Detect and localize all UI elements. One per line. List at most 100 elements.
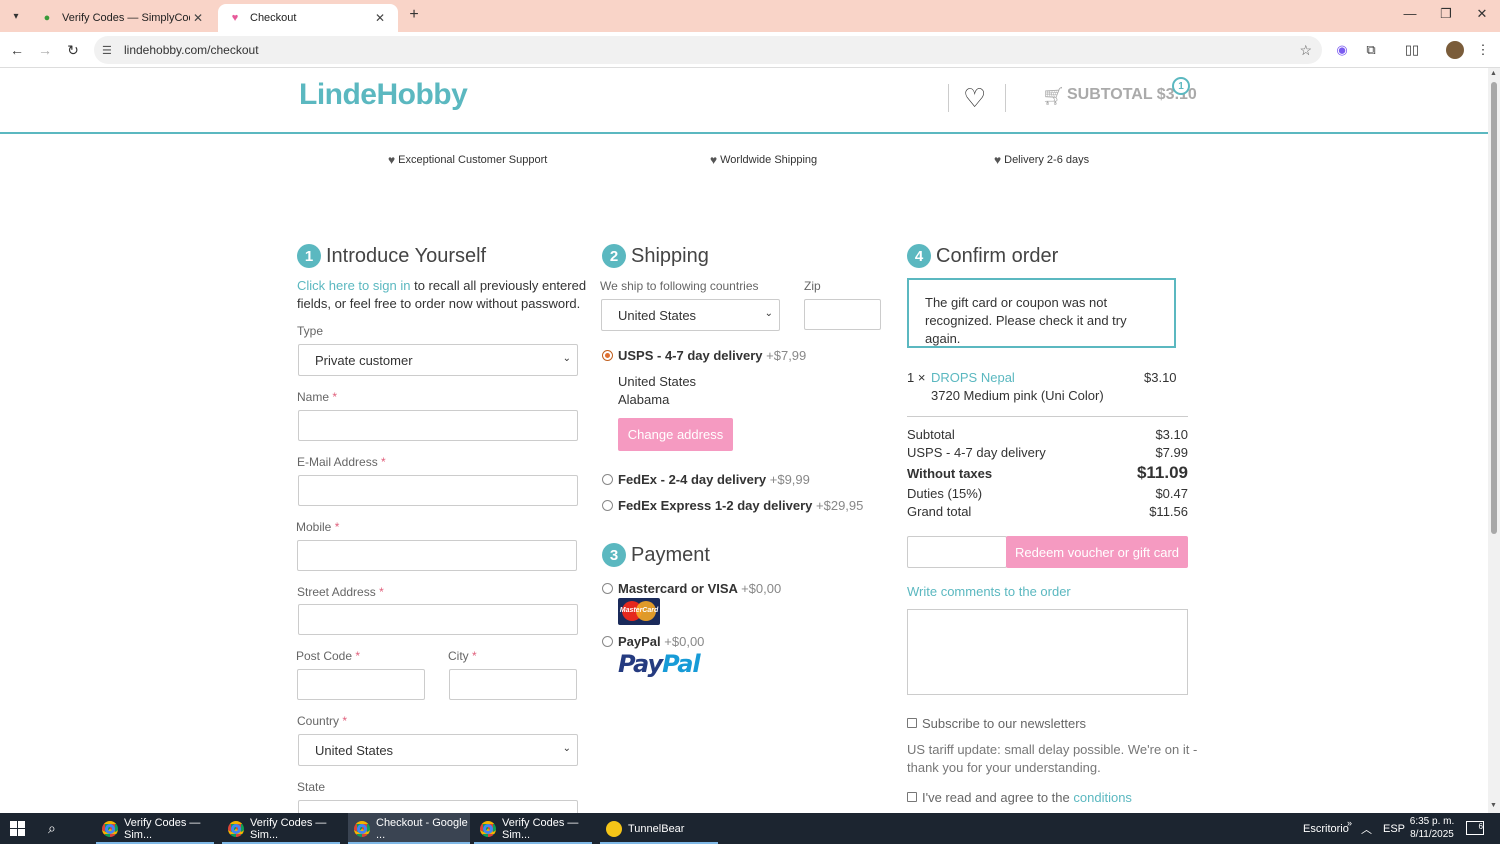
address-state: Alabama (618, 392, 670, 407)
usp-label: Worldwide Shipping (720, 154, 818, 166)
option-name: Mastercard or VISA (618, 581, 738, 596)
option-price: +$0,00 (664, 634, 705, 649)
newsletter-label[interactable]: Subscribe to our newsletters (922, 716, 1086, 731)
bookmark-star-icon[interactable]: ☆ (1299, 42, 1312, 59)
heart-icon: ♥ (388, 153, 396, 167)
notification-count: 6 (1478, 822, 1483, 831)
taskbar-item-chrome-2[interactable]: Verify Codes — Sim... (222, 813, 342, 844)
scroll-down-icon[interactable]: ▼ (1490, 802, 1497, 809)
mobile-field[interactable] (297, 540, 577, 571)
shipping-country-select[interactable]: United States ⌄ (601, 299, 780, 331)
comments-textarea[interactable] (907, 609, 1188, 695)
email-field[interactable] (298, 475, 578, 506)
chrome-icon (480, 820, 496, 837)
shipping-usps-option[interactable]: USPS - 4-7 day delivery +$7,99 (618, 348, 806, 363)
restore-icon[interactable]: ❐ (1434, 6, 1458, 22)
taskbar-search-icon[interactable]: ⌕ (48, 820, 56, 837)
shipping-fedex-radio[interactable] (602, 474, 613, 485)
taskbar-item-label: Verify Codes — Sim... (124, 816, 201, 841)
state-label: State (297, 780, 326, 794)
postcode-field[interactable] (297, 669, 425, 700)
summary-label: Grand total (907, 504, 972, 519)
cart-icon[interactable]: 🛒︎ (1042, 86, 1065, 107)
street-field[interactable] (298, 604, 578, 635)
signin-line: Click here to sign in to recall all prev… (297, 278, 586, 293)
shipping-usps-radio[interactable] (602, 350, 613, 361)
payment-card-option[interactable]: Mastercard or VISA +$0,00 (618, 581, 781, 596)
taskbar-item-chrome-4[interactable]: Verify Codes — Sim... (474, 813, 594, 844)
summary-label: Subtotal (907, 427, 955, 442)
tab-verify-codes[interactable]: ● Verify Codes — SimplyCodes ✕ (30, 4, 216, 32)
label-text: Post Code (296, 649, 353, 663)
heart-favicon-icon: ♥ (231, 12, 239, 24)
item-price: $3.10 (1144, 370, 1177, 385)
payment-paypal-option[interactable]: PayPal +$0,00 (618, 634, 704, 649)
tray-overflow-icon[interactable]: ︿ (1361, 813, 1372, 844)
page-scrollbar[interactable]: ▲ ▼ (1488, 68, 1500, 813)
forward-icon[interactable]: → (35, 40, 55, 60)
wishlist-heart-icon[interactable]: ♡ (963, 84, 986, 112)
reload-icon[interactable]: ↻ (63, 40, 83, 60)
profile-avatar[interactable] (1446, 41, 1464, 59)
extension-icon[interactable]: ◉ (1331, 40, 1353, 60)
taskbar-item-chrome-1[interactable]: Verify Codes — Sim... (96, 813, 216, 844)
language-indicator[interactable]: ESP (1383, 813, 1405, 844)
notification-center-icon[interactable]: 6 (1466, 821, 1484, 835)
reading-list-icon[interactable]: ▯▯ (1401, 40, 1423, 60)
country-select[interactable]: United States ⌄ (298, 734, 578, 766)
tab-close-icon[interactable]: ✕ (190, 11, 206, 25)
usp-shipping: ♥ Worldwide Shipping (710, 153, 817, 167)
back-icon[interactable]: ← (7, 40, 27, 60)
name-label: Name * (297, 390, 337, 404)
write-comments-link[interactable]: Write comments to the order (907, 584, 1071, 599)
shipping-fedex-express-radio[interactable] (602, 500, 613, 511)
toolbar-chevron-icon[interactable]: » (1347, 807, 1352, 838)
redeem-voucher-button[interactable]: Redeem voucher or gift card (1006, 536, 1188, 568)
payment-paypal-radio[interactable] (602, 636, 613, 647)
zip-field[interactable] (804, 299, 881, 330)
customer-type-select[interactable]: Private customer ⌄ (298, 344, 578, 376)
new-tab-icon[interactable]: + (404, 6, 424, 24)
taskbar-clock[interactable]: 6:35 p. m. 8/11/2025 (1404, 815, 1460, 841)
required-mark: * (332, 390, 338, 404)
menu-dots-icon[interactable]: ⋮ (1472, 40, 1494, 60)
required-mark: * (381, 455, 386, 469)
puzzle-extensions-icon[interactable]: ⧉ (1360, 40, 1382, 60)
voucher-input[interactable] (907, 536, 1007, 568)
taskbar-item-checkout[interactable]: Checkout - Google ... (348, 813, 470, 844)
desktop-toolbar[interactable]: Escritorio (1303, 813, 1349, 844)
option-price: +$29,95 (816, 498, 864, 513)
shipping-fedex-express-option[interactable]: FedEx Express 1-2 day delivery +$29,95 (618, 498, 863, 513)
name-field[interactable] (298, 410, 578, 441)
city-field[interactable] (449, 669, 577, 700)
taskbar-item-tunnelbear[interactable]: TunnelBear (600, 813, 718, 844)
site-logo[interactable]: LindeHobby (299, 78, 468, 112)
step-number: 4 (907, 244, 931, 268)
label-text: Mobile (296, 520, 332, 534)
newsletter-checkbox[interactable] (907, 718, 917, 728)
site-info-icon[interactable]: ☰ (102, 44, 120, 57)
signin-link[interactable]: Click here to sign in (297, 278, 410, 293)
payment-card-radio[interactable] (602, 583, 613, 594)
conditions-link[interactable]: conditions (1073, 790, 1132, 805)
scroll-up-icon[interactable]: ▲ (1490, 70, 1497, 77)
notice-line-1: The gift card or coupon was not (925, 295, 1108, 310)
item-name-link[interactable]: DROPS Nepal (931, 370, 1015, 385)
browser-tabbar: ▾ ● Verify Codes — SimplyCodes ✕ ♥ Check… (0, 0, 1500, 32)
window-close-icon[interactable]: ✕ (1470, 6, 1494, 22)
shipping-fedex-option[interactable]: FedEx - 2-4 day delivery +$9,99 (618, 472, 810, 487)
minimize-icon[interactable]: — (1398, 6, 1422, 21)
voucher-error-notice: The gift card or coupon was not recogniz… (907, 278, 1176, 348)
step1-heading: 1 Introduce Yourself (297, 244, 486, 268)
scrollbar-thumb[interactable] (1491, 82, 1497, 534)
url-text[interactable]: lindehobby.com/checkout (124, 43, 1299, 57)
agree-checkbox[interactable] (907, 792, 917, 802)
address-bar[interactable]: ☰ lindehobby.com/checkout ☆ (94, 36, 1322, 64)
windows-start-icon[interactable] (10, 821, 26, 837)
tab-search-icon[interactable]: ▾ (6, 6, 26, 26)
change-address-button[interactable]: Change address (618, 418, 733, 451)
paypal-logo-pal: Pal (662, 650, 700, 678)
state-field[interactable] (298, 800, 578, 813)
tab-close-icon[interactable]: ✕ (372, 11, 388, 25)
tab-checkout[interactable]: ♥ Checkout ✕ (218, 4, 398, 32)
